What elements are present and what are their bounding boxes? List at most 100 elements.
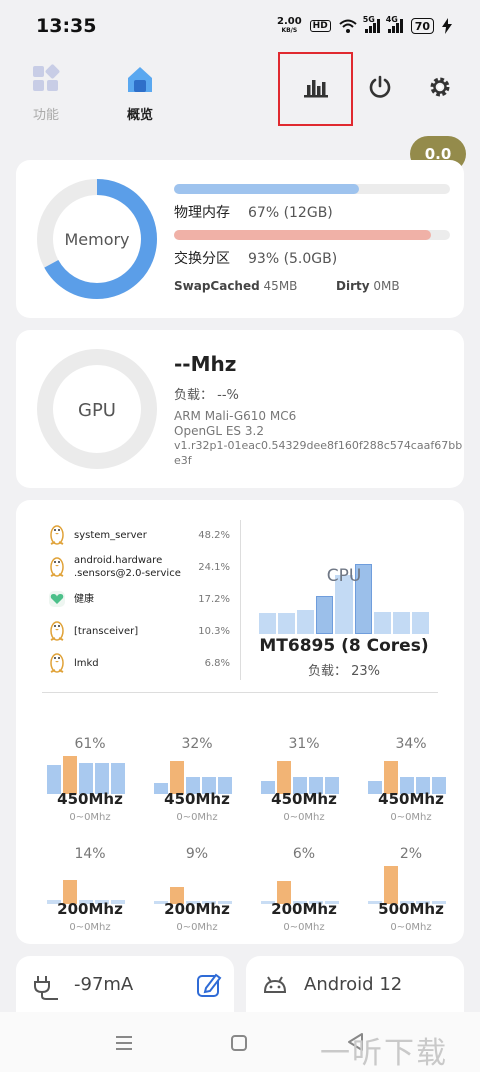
gpu-ring-label: GPU: [78, 400, 116, 421]
menu-icon[interactable]: [114, 1034, 134, 1052]
cpu-core[interactable]: 6% 200Mhz 0~0Mhz: [254, 846, 354, 946]
process-name-line: lmkd: [74, 657, 99, 669]
home-icon: [128, 67, 152, 92]
swapcached-stat: SwapCached 45MB: [174, 279, 297, 293]
cpu-core-load: 32%: [181, 736, 213, 752]
cpu-core-load: 9%: [185, 846, 209, 862]
process-name: [transceiver]: [74, 625, 198, 638]
edit-icon[interactable]: [196, 972, 222, 998]
process-name: lmkd: [74, 657, 205, 670]
plug-icon: [34, 976, 58, 1000]
network-speed: 2.00 KB/S: [276, 16, 302, 35]
process-usage: 24.1%: [198, 561, 230, 573]
process-row[interactable]: 健康 17.2%: [48, 584, 230, 614]
cpu-core-range: 0~0Mhz: [283, 922, 325, 933]
tab-overview-label: 概览: [126, 108, 153, 123]
process-name-line: [transceiver]: [74, 625, 139, 637]
process-usage: 17.2%: [198, 593, 230, 605]
cpu-core-range: 0~0Mhz: [69, 812, 111, 823]
cpu-core[interactable]: 61% 450Mhz 0~0Mhz: [40, 736, 140, 836]
cpu-core-load: 61%: [74, 736, 106, 752]
cpu-core-load: 6%: [292, 846, 316, 862]
cpu-core[interactable]: 34% 450Mhz 0~0Mhz: [361, 736, 461, 836]
cpu-overview-bar: [278, 613, 296, 634]
cpu-load: 负载： 23%: [307, 664, 381, 679]
process-name-line: .sensors@2.0-service: [74, 568, 181, 579]
process-name: android.hardware .sensors@2.0-service: [74, 554, 198, 580]
cpu-core-range: 0~0Mhz: [283, 812, 325, 823]
linux-penguin-icon: [50, 653, 64, 673]
cpu-overview-bar: [316, 595, 334, 634]
swapcached-label: SwapCached: [174, 279, 260, 293]
dirty-value: 0MB: [373, 279, 400, 293]
android-version-label: Android 12: [304, 974, 403, 995]
tab-features-label: 功能: [32, 108, 59, 123]
tab-overview[interactable]: 概览: [110, 64, 170, 123]
bar-chart-icon: [304, 80, 328, 98]
settings-button[interactable]: [420, 62, 460, 112]
cpu-core-range: 0~0Mhz: [176, 812, 218, 823]
process-usage: 48.2%: [198, 529, 230, 541]
home-button-icon[interactable]: [230, 1034, 248, 1052]
charging-bolt-icon: [442, 18, 452, 34]
cpu-core[interactable]: 31% 450Mhz 0~0Mhz: [254, 736, 354, 836]
signal-4g-icon: 4G: [386, 15, 403, 33]
dirty-stat: Dirty 0MB: [336, 279, 400, 293]
cpu-core-range: 0~0Mhz: [176, 922, 218, 933]
process-row[interactable]: system_server 48.2%: [48, 520, 230, 550]
cpu-core-frequency: 200Mhz: [271, 900, 337, 918]
tab-features[interactable]: 功能: [16, 64, 76, 123]
swapcached-value: 45MB: [263, 279, 298, 293]
physical-memory-value: 67% (12GB): [248, 205, 333, 221]
cpu-core-range: 0~0Mhz: [390, 812, 432, 823]
cpu-overview-bar: [392, 611, 410, 634]
signal-5g-icon: 5G: [363, 15, 380, 33]
process-name-line: system_server: [74, 529, 147, 541]
cpu-core-frequency: 450Mhz: [57, 790, 123, 808]
cpu-core-load: 31%: [288, 736, 320, 752]
gpu-driver-line1: v1.r32p1-01eac0.54329dee8f160f288c574caa…: [174, 439, 463, 452]
wifi-icon: [339, 19, 357, 33]
gpu-card[interactable]: GPU --Mhz 负载： --% ARM Mali-G610 MC6 Open…: [16, 330, 464, 488]
cpu-overview-bar: [411, 611, 429, 634]
process-row[interactable]: lmkd 6.8%: [48, 648, 230, 678]
hd-icon: HD: [309, 20, 331, 32]
android-version-card[interactable]: Android 12: [246, 956, 464, 1016]
cpu-overview-bar: [259, 613, 277, 634]
physical-memory-bar: [174, 184, 450, 194]
health-heart-icon: [49, 591, 65, 607]
watermark-text: 一听下载: [320, 1036, 448, 1071]
top-navigation: 功能 概览: [0, 52, 480, 126]
gpu-driver-line2: e3f: [174, 454, 192, 467]
cpu-model: MT6895 (8 Cores): [259, 636, 429, 656]
physical-memory-bar-fill: [174, 184, 359, 194]
process-name: system_server: [74, 529, 198, 542]
battery-current-card[interactable]: -97mA: [16, 956, 234, 1016]
vertical-divider: [240, 520, 241, 680]
swap-value: 93% (5.0GB): [248, 251, 338, 267]
process-row[interactable]: android.hardware .sensors@2.0-service 24.1…: [48, 552, 230, 582]
cpu-core[interactable]: 32% 450Mhz 0~0Mhz: [147, 736, 247, 836]
memory-card[interactable]: Memory 物理内存 67% (12GB) 交换分区 93% (5.0GB) Sw…: [16, 160, 464, 318]
cpu-core-frequency: 450Mhz: [164, 790, 230, 808]
cpu-core-load: 34%: [395, 736, 427, 752]
stats-button[interactable]: [296, 62, 336, 112]
process-name: 健康: [74, 593, 198, 606]
status-bar: 13:35 2.00 KB/S HD 5G 4G 70: [0, 0, 480, 52]
cpu-core[interactable]: 14% 200Mhz 0~0Mhz: [40, 846, 140, 946]
swap-label: 交换分区: [174, 251, 230, 267]
gpu-frequency: --Mhz: [174, 352, 237, 376]
cpu-core[interactable]: 2% 500Mhz 0~0Mhz: [361, 846, 461, 946]
cpu-overview-bar: [297, 610, 315, 634]
physical-memory-label: 物理内存: [174, 205, 230, 221]
power-button[interactable]: [360, 62, 400, 112]
features-grid-icon: [33, 64, 60, 91]
cpu-core-load: 14%: [74, 846, 106, 862]
cpu-core[interactable]: 9% 200Mhz 0~0Mhz: [147, 846, 247, 946]
cpu-core-frequency: 200Mhz: [164, 900, 230, 918]
battery-icon: 70: [410, 18, 434, 34]
dirty-label: Dirty: [336, 279, 370, 293]
process-usage: 6.8%: [204, 657, 230, 669]
memory-ring-label: Memory: [64, 230, 130, 249]
process-row[interactable]: [transceiver] 10.3%: [48, 616, 230, 646]
